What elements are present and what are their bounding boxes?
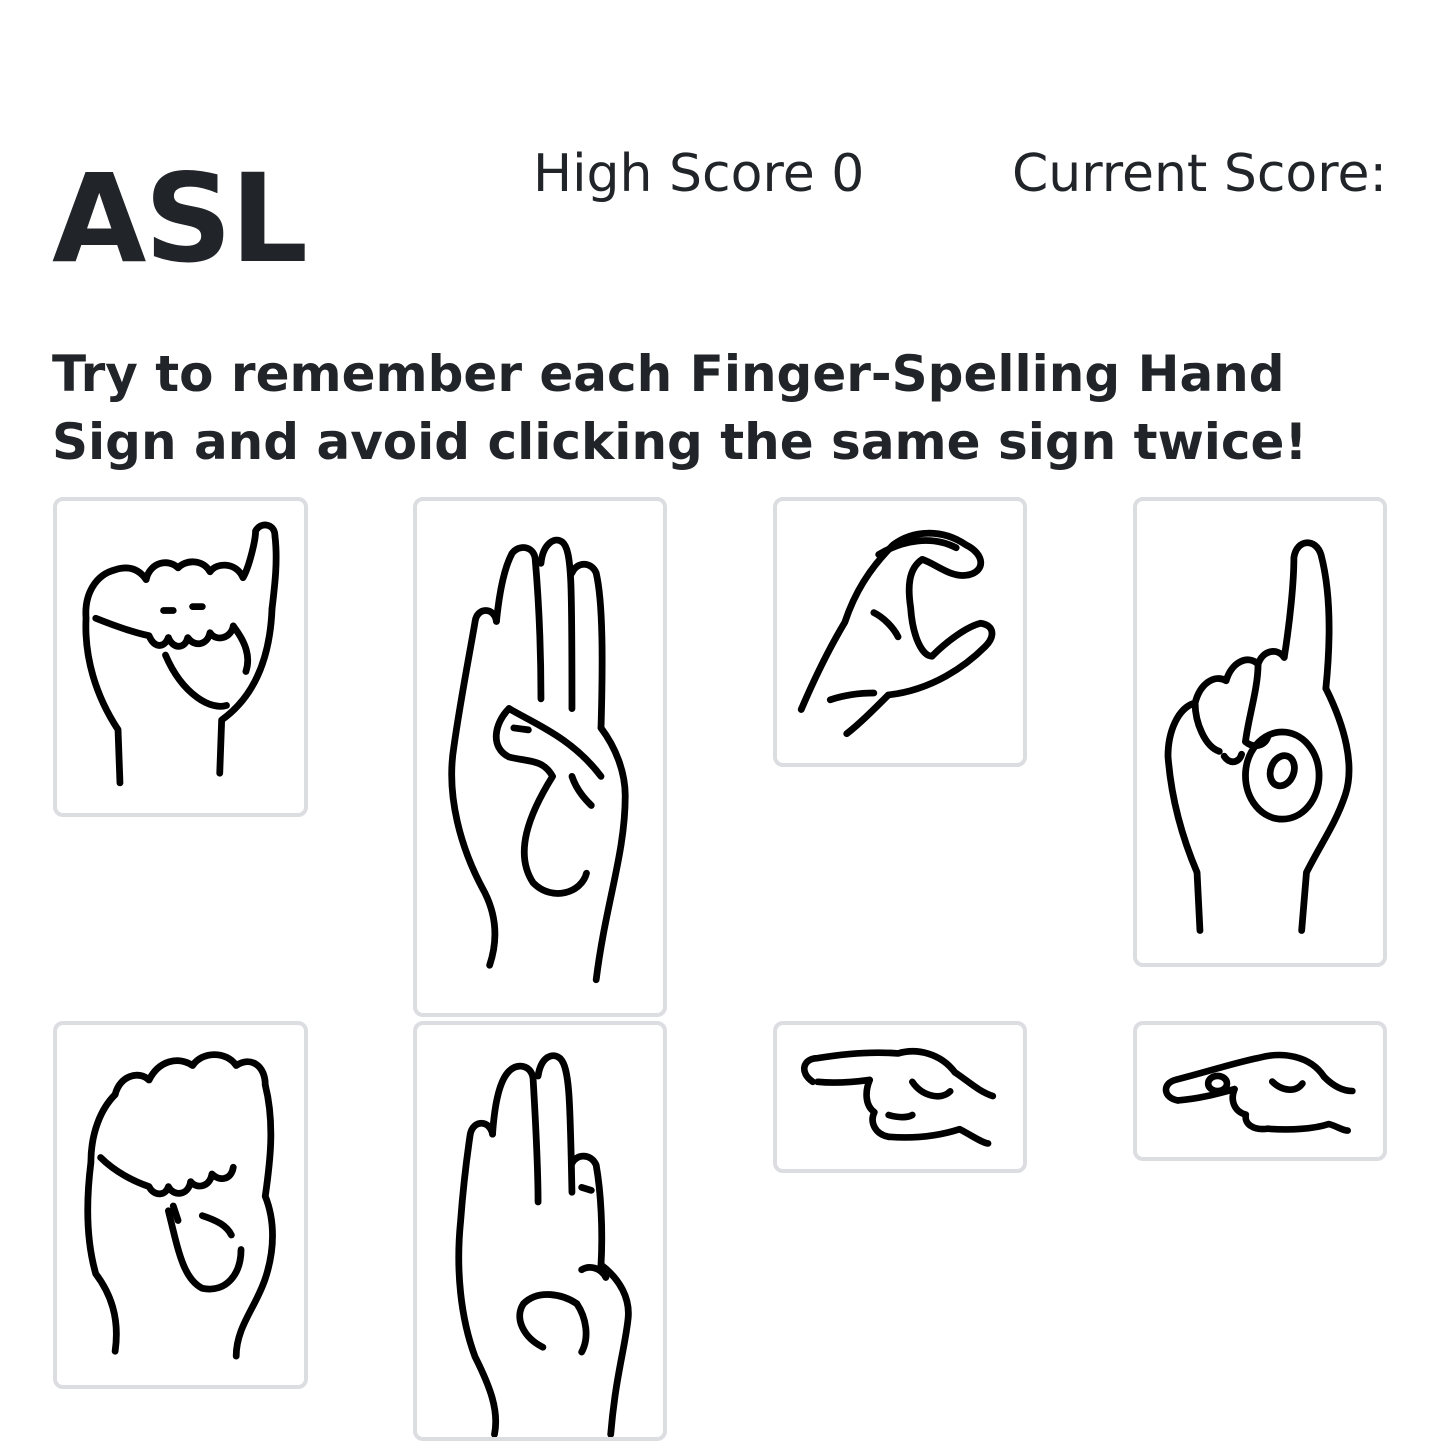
current-score: Current Score: [1012,144,1387,204]
hand-sign-c-icon [797,529,996,738]
hand-sign-f-icon [455,1052,632,1437]
hand-sign-a-icon [82,521,280,787]
sign-card-b[interactable] [413,497,667,1017]
sign-card-h[interactable] [1133,1021,1387,1161]
sign-card-a[interactable] [53,497,308,817]
hand-sign-h-icon [1162,1051,1356,1134]
hand-sign-d-icon [1164,539,1353,934]
instructions: Try to remember each Finger-Spelling Han… [52,345,1308,471]
sign-card-f[interactable] [413,1021,667,1441]
sign-card-d[interactable] [1133,497,1387,967]
sign-card-g[interactable] [773,1021,1027,1173]
app-title: ASL [52,148,308,290]
sign-card-c[interactable] [773,497,1027,767]
sign-card-e[interactable] [53,1021,308,1389]
hand-sign-b-icon [448,536,629,984]
hand-sign-g-icon [801,1048,997,1147]
high-score: High Score 0 [533,144,865,204]
hand-sign-e-icon [84,1051,276,1360]
